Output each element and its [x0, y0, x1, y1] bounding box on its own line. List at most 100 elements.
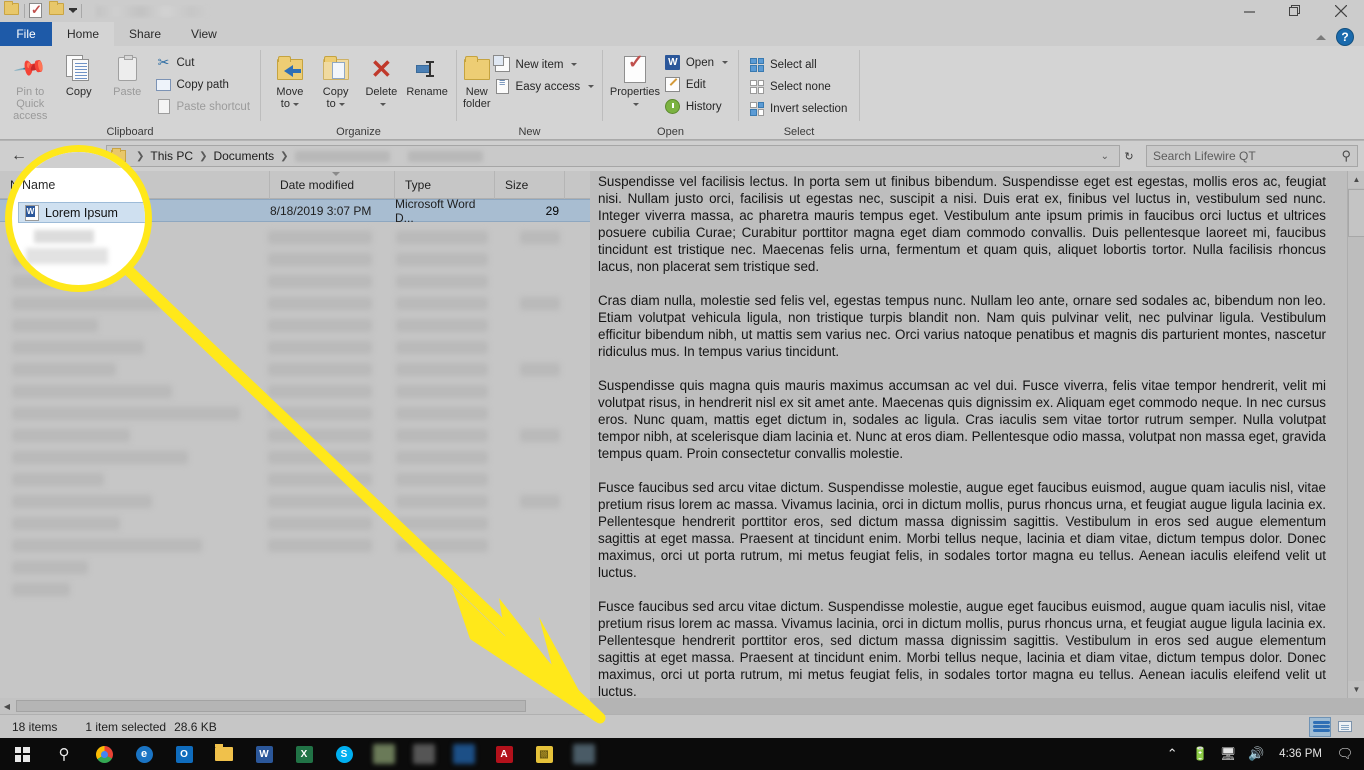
pin-to-quick-access-button[interactable]: 📌 Pin to Quick access [6, 50, 55, 122]
new-folder-icon [463, 52, 490, 86]
open-button[interactable]: W Open [661, 52, 732, 73]
redacted-app-4[interactable] [564, 738, 604, 770]
chevron-down-icon[interactable]: ⌄ [1101, 151, 1109, 162]
ribbon: 📌 Pin to Quick access Copy Paste ✂ Cut C… [0, 46, 1364, 140]
file-list-horizontal-scrollbar[interactable]: ◀ [0, 698, 590, 714]
table-row[interactable]: Lorem Ipsum 8/18/2019 3:07 PM Microsoft … [0, 197, 590, 225]
file-name-cell[interactable]: Lorem Ipsum [0, 202, 270, 219]
breadcrumb-item-documents[interactable]: Documents [213, 149, 274, 163]
volume-icon[interactable]: 🔊 [1243, 738, 1269, 770]
address-bar: ← → ⌄ ↑ ❯ This PC ❯ Documents ❯ ⌄ ↻ Sear… [0, 141, 1364, 171]
ribbon-group-label: Organize [336, 126, 381, 138]
word-button[interactable]: W [244, 738, 284, 770]
file-date-cell: 8/18/2019 3:07 PM [270, 203, 372, 218]
start-button[interactable] [0, 738, 44, 770]
column-headers: Name Date modified Type Size [0, 171, 590, 199]
breadcrumb-separator: ❯ [136, 150, 145, 162]
document-scrollbar[interactable]: ▲ ▼ [1347, 171, 1364, 698]
breadcrumb-item-redacted[interactable] [294, 150, 390, 162]
rename-icon [416, 52, 438, 86]
document-paragraph: Cras diam nulla, molestie sed felis vel,… [598, 293, 1326, 359]
search-button[interactable]: ⚲ [44, 738, 84, 770]
recent-locations-icon[interactable]: ⌄ [58, 143, 76, 169]
file-name-label: Lorem Ipsum [28, 203, 99, 218]
clock[interactable]: 4:36 PM [1271, 738, 1330, 770]
copy-path-button[interactable]: Copy path [152, 74, 255, 95]
copy-to-button[interactable]: Copy to [313, 50, 359, 110]
sticky-notes-button[interactable]: ▧ [524, 738, 564, 770]
new-folder-button[interactable]: New folder [463, 50, 491, 110]
select-all-button[interactable]: Select all [745, 54, 851, 75]
scrollbar-thumb[interactable] [16, 700, 526, 712]
redacted-app-1[interactable] [364, 738, 404, 770]
large-icons-view-icon[interactable] [1334, 717, 1356, 737]
new-folder-icon[interactable] [49, 3, 65, 19]
properties-icon[interactable] [29, 2, 45, 19]
history-button[interactable]: History [661, 96, 732, 117]
copy-button[interactable]: Copy [55, 50, 104, 98]
rename-button[interactable]: Rename [404, 50, 450, 98]
column-header-date-modified[interactable]: Date modified [270, 171, 395, 199]
delete-button[interactable]: ✕ Delete [359, 50, 405, 110]
column-header-name[interactable]: Name [0, 171, 270, 199]
file-explorer-button[interactable] [204, 738, 244, 770]
tab-view[interactable]: View [176, 22, 232, 46]
breadcrumb-item-redacted[interactable] [407, 150, 483, 162]
paste-button[interactable]: Paste [103, 50, 152, 98]
tab-home[interactable]: Home [52, 22, 115, 46]
select-none-button[interactable]: Select none [745, 76, 851, 97]
edge-button[interactable]: e [124, 738, 164, 770]
excel-button[interactable]: X [284, 738, 324, 770]
battery-icon[interactable]: 🔋 [1187, 738, 1213, 770]
scroll-up-arrow-icon[interactable]: ▲ [1348, 171, 1364, 188]
outlook-button[interactable]: O [164, 738, 204, 770]
refresh-button[interactable]: ↻ [1120, 143, 1138, 169]
search-input[interactable]: Search Lifewire QT [1153, 149, 1256, 163]
forward-button[interactable]: → [32, 143, 58, 169]
tray-overflow-chevron-icon[interactable]: ⌃ [1159, 738, 1185, 770]
scroll-down-arrow-icon[interactable]: ▼ [1348, 681, 1364, 698]
search-icon[interactable]: ⚲ [1341, 148, 1351, 164]
up-button[interactable]: ↑ [76, 143, 102, 169]
sticky-notes-icon: ▧ [535, 745, 553, 763]
back-button[interactable]: ← [6, 143, 32, 169]
tab-share[interactable]: Share [114, 22, 176, 46]
network-icon[interactable]: 🖥 [1215, 738, 1241, 770]
skype-button[interactable]: S [324, 738, 364, 770]
scrollbar-thumb[interactable] [1348, 189, 1364, 237]
scroll-left-arrow-icon[interactable]: ◀ [0, 702, 14, 711]
move-to-button[interactable]: Move to [267, 50, 313, 110]
easy-access-icon [495, 77, 511, 95]
breadcrumb[interactable]: ❯ This PC ❯ Documents ❯ ⌄ [106, 145, 1120, 167]
cut-button[interactable]: ✂ Cut [152, 52, 255, 73]
column-header-size[interactable]: Size [495, 171, 565, 199]
select-all-icon [749, 57, 765, 73]
history-icon [665, 99, 681, 115]
search-box[interactable]: Search Lifewire QT ⚲ [1146, 145, 1358, 167]
paste-shortcut-button[interactable]: Paste shortcut [152, 96, 255, 117]
details-view-icon[interactable] [1309, 716, 1331, 737]
edit-button[interactable]: Edit [661, 74, 732, 95]
customize-caret-icon[interactable] [69, 8, 77, 13]
invert-selection-button[interactable]: Invert selection [745, 98, 851, 119]
acrobat-button[interactable]: A [484, 738, 524, 770]
redacted-app-3[interactable] [444, 738, 484, 770]
properties-button[interactable]: ✓ Properties [609, 50, 661, 110]
breadcrumb-item-this-pc[interactable]: This PC [150, 149, 193, 163]
redacted-app-2[interactable] [404, 738, 444, 770]
tab-file[interactable]: File [0, 22, 52, 46]
new-item-button[interactable]: New item [491, 54, 599, 75]
column-header-type[interactable]: Type [395, 171, 495, 199]
collapse-ribbon-chevron-icon[interactable] [1316, 34, 1326, 40]
blurred-icon [373, 744, 395, 764]
chrome-button[interactable] [84, 738, 124, 770]
folder-icon[interactable] [4, 3, 20, 19]
help-icon[interactable]: ? [1336, 28, 1354, 46]
easy-access-button[interactable]: Easy access [491, 76, 599, 97]
document-preview-pane[interactable]: Suspendisse vel facilisis lectus. In por… [590, 171, 1364, 698]
new-item-icon [493, 55, 511, 73]
file-list-pane[interactable]: Name Date modified Type Size Lorem Ipsum… [0, 171, 590, 698]
sort-ascending-icon [332, 171, 340, 176]
address-bar-right: ↻ [1120, 143, 1140, 169]
notification-icon[interactable]: 🗨 [1332, 738, 1358, 770]
